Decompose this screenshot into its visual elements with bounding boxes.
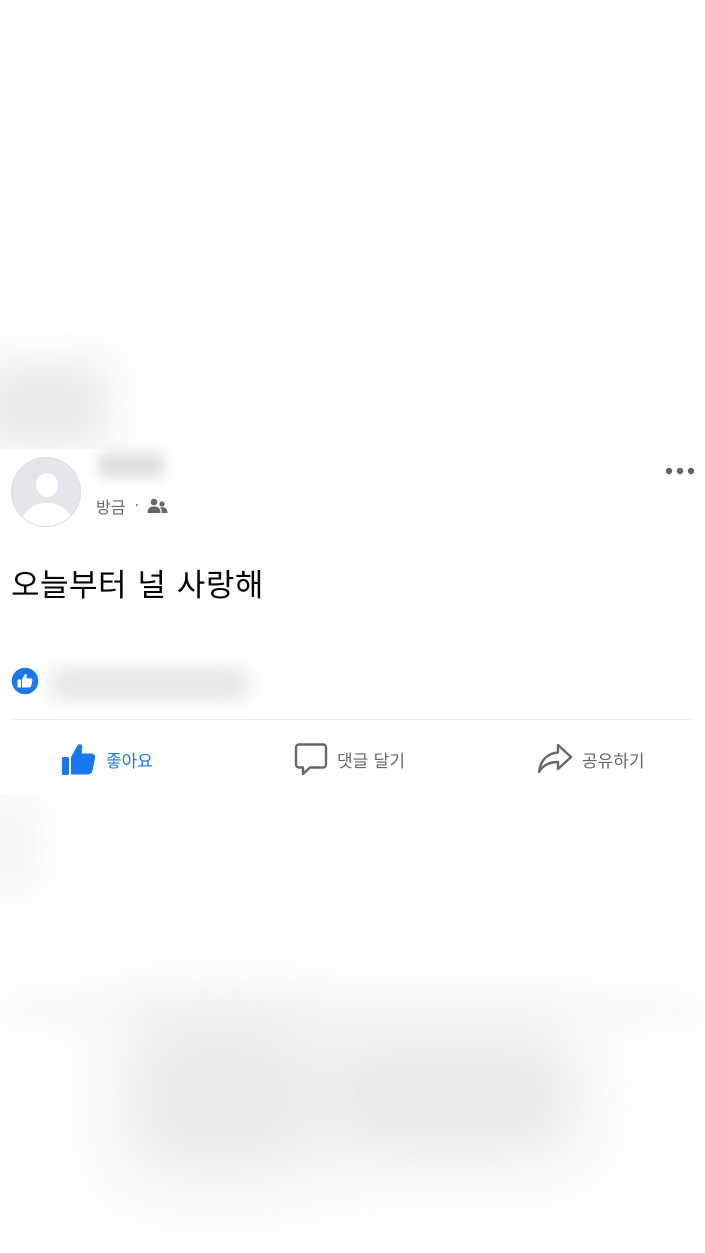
divider — [10, 719, 694, 720]
comment-icon — [293, 741, 329, 777]
share-icon — [536, 741, 574, 777]
meta-separator: · — [134, 498, 139, 514]
comment-button[interactable]: 댓글 달기 — [293, 731, 405, 787]
reaction-names-redacted — [50, 668, 250, 700]
post-text: 오늘부터 널 사랑해 — [11, 568, 264, 604]
like-reaction-icon — [10, 666, 40, 696]
more-options-button[interactable] — [662, 459, 698, 483]
blurred-background-area — [0, 800, 40, 890]
post-actions-bar: 좋아요 댓글 달기 공유하기 — [0, 731, 705, 787]
avatar-shoulders — [22, 503, 72, 526]
post-card: 방금 · 오늘부터 널 사랑해 좋아요 댓글 달기 공유하기 — [0, 449, 705, 794]
comment-button-label: 댓글 달기 — [337, 751, 405, 772]
blurred-background-band — [0, 990, 705, 1030]
post-meta: 방금 · — [96, 495, 169, 517]
more-horizontal-icon — [665, 467, 695, 475]
share-button[interactable]: 공유하기 — [536, 731, 645, 787]
avatar-head — [36, 473, 58, 497]
author-name-redacted[interactable] — [98, 453, 164, 477]
avatar[interactable] — [11, 457, 81, 527]
friends-icon[interactable] — [145, 497, 169, 515]
reaction-summary[interactable] — [10, 664, 250, 700]
share-button-label: 공유하기 — [582, 751, 645, 772]
blurred-background-area — [0, 360, 110, 450]
like-button[interactable]: 좋아요 — [60, 731, 153, 787]
blurred-background-area — [120, 1010, 320, 1180]
post-timestamp[interactable]: 방금 — [96, 494, 125, 518]
blurred-background-area — [330, 1030, 580, 1160]
thumbs-up-icon — [60, 740, 98, 778]
like-button-label: 좋아요 — [106, 751, 153, 772]
